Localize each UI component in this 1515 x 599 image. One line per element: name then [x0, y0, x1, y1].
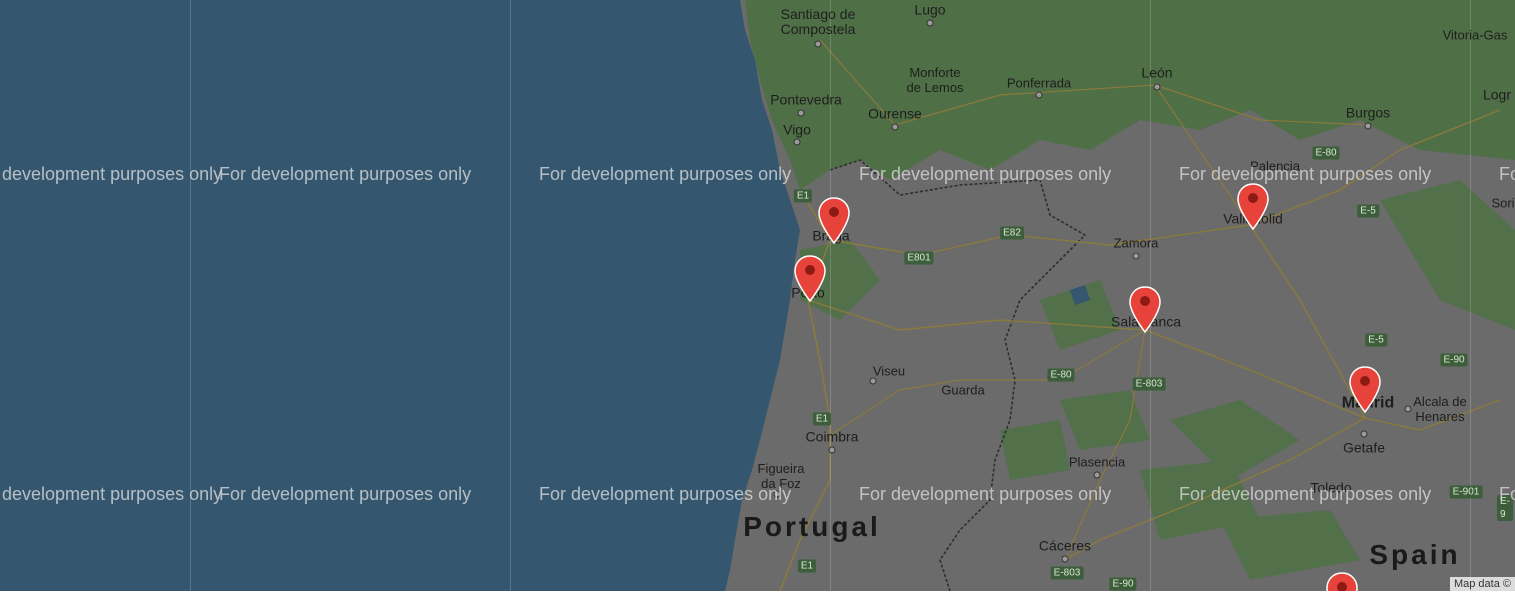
dev-watermark: For development purposes only	[1179, 164, 1432, 184]
dev-watermark: For development purposes only	[219, 164, 472, 184]
road-shield: E1	[812, 412, 832, 426]
city-dot	[1093, 471, 1101, 479]
map-marker-salamanca[interactable]	[1128, 286, 1162, 334]
city-dot	[1061, 555, 1069, 563]
map-marker-porto[interactable]	[793, 255, 827, 303]
tile-boundary	[1470, 0, 1471, 591]
map-marker-braga[interactable]	[817, 197, 851, 245]
city-label-caceres: Cáceres	[1038, 537, 1092, 554]
city-label-ponferrada: Ponferrada	[1006, 75, 1072, 91]
country-label-portugal: Portugal	[743, 511, 881, 542]
city-dot	[1404, 405, 1412, 413]
road-shield: E1	[797, 559, 817, 573]
forest-patch	[1000, 420, 1070, 480]
city-label-santiago: Santiago de Compostela	[780, 6, 856, 37]
road-shield: E1	[793, 189, 813, 203]
road-shield: E-5	[1365, 333, 1387, 347]
dev-watermark: For development purposes only	[0, 484, 223, 504]
city-dot	[828, 446, 836, 454]
city-dot	[926, 19, 934, 27]
city-label-vitoria: Vitoria-Gas	[1442, 27, 1508, 43]
dev-watermark: For development purposes only	[859, 164, 1112, 184]
city-label-leon: León	[1141, 64, 1173, 81]
tile-boundary	[830, 0, 831, 591]
road-shield: E-80	[1312, 146, 1340, 160]
city-label-viseu: Viseu	[872, 363, 906, 379]
map-marker-south[interactable]	[1325, 572, 1359, 591]
city-label-coimbra: Coimbra	[805, 428, 859, 445]
city-label-soria: Sori	[1491, 195, 1515, 211]
city-dot	[1360, 430, 1368, 438]
city-dot	[797, 109, 805, 117]
city-dot	[1364, 122, 1372, 130]
city-dot	[869, 377, 877, 385]
city-dot	[793, 138, 801, 146]
city-label-monforte: Monforte de Lemos	[906, 65, 964, 95]
tile-boundary	[510, 0, 511, 591]
road-shield: E-5	[1357, 204, 1379, 218]
city-label-vigo: Vigo	[783, 121, 811, 138]
dev-watermark: For development purposes only	[539, 484, 792, 504]
city-label-lugo: Lugo	[914, 1, 946, 18]
road-shield: E-901	[1449, 485, 1483, 499]
road-shield: E-90	[1440, 353, 1468, 367]
page-bottom-strip	[0, 591, 1515, 599]
city-dot	[1153, 83, 1161, 91]
city-label-zamora: Zamora	[1113, 235, 1159, 251]
road-shield: E-80	[1047, 368, 1075, 382]
map-marker-madrid[interactable]	[1348, 366, 1382, 414]
city-label-burgos: Burgos	[1345, 104, 1391, 121]
city-dot	[891, 123, 899, 131]
country-label-spain: Spain	[1369, 539, 1461, 570]
dev-watermark: For development purposes only	[1179, 484, 1432, 504]
dev-watermark: For development purposes only	[219, 484, 472, 504]
city-label-guarda: Guarda	[941, 382, 985, 398]
city-label-pontevedra: Pontevedra	[770, 91, 842, 108]
road-shield: E-90	[1109, 577, 1137, 591]
map-canvas[interactable]: Portugal Spain Santiago de Compostela Lu…	[0, 0, 1515, 591]
city-label-logrono: Logr	[1482, 86, 1512, 103]
city-dot	[1132, 252, 1140, 260]
dev-watermark: For development purposes only	[539, 164, 792, 184]
road-shield: E82	[1000, 226, 1024, 240]
dev-watermark: For development purposes only	[0, 164, 223, 184]
city-label-ourense: Ourense	[868, 105, 922, 122]
city-dot	[1035, 91, 1043, 99]
city-label-alcala: Alcala de Henares	[1413, 394, 1467, 424]
dev-watermark: For development purposes only	[859, 484, 1112, 504]
road-shield: E-803	[1050, 566, 1084, 580]
map-marker-valladolid[interactable]	[1236, 183, 1270, 231]
road-shield: E801	[904, 251, 934, 265]
city-label-plasencia: Plasencia	[1068, 454, 1126, 470]
map-attribution[interactable]: Map data ©	[1449, 577, 1515, 591]
city-label-getafe: Getafe	[1342, 439, 1386, 456]
dev-watermark: For development purposes only	[1499, 484, 1515, 504]
dev-watermark: For development purposes only	[1499, 164, 1515, 184]
city-dot	[814, 40, 822, 48]
road-shield: E-803	[1132, 377, 1166, 391]
